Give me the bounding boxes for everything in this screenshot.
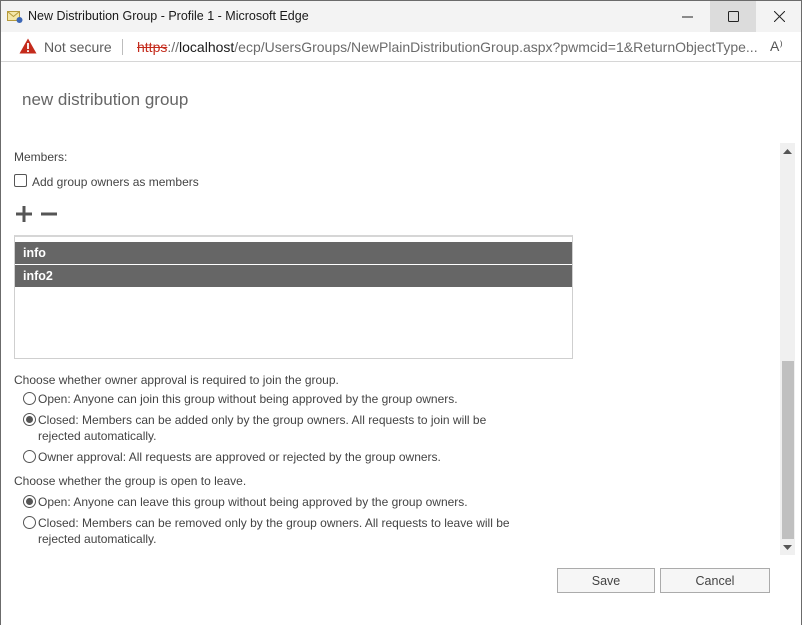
close-button[interactable] [756, 1, 802, 32]
list-item[interactable]: info [15, 242, 572, 264]
browser-window: New Distribution Group - Profile 1 - Mic… [0, 0, 802, 625]
url-host: localhost [179, 39, 235, 55]
save-button[interactable]: Save [557, 568, 655, 593]
form-scroll-area: Members: Add group owners as members inf… [1, 143, 797, 556]
minus-icon[interactable] [40, 205, 58, 223]
not-secure-label[interactable]: Not secure [44, 39, 112, 55]
arrow-up-icon [783, 148, 792, 154]
plus-icon[interactable] [15, 205, 33, 223]
scroll-down-button[interactable] [780, 540, 795, 554]
close-icon [773, 11, 785, 22]
join-closed-label-cont[interactable]: rejected automatically. [38, 428, 157, 444]
url-separator: :// [167, 39, 180, 55]
members-label: Members: [14, 150, 68, 164]
address-bar: Not secure https://localhost/ecp/UsersGr… [1, 32, 801, 62]
scrollbar-thumb[interactable] [782, 361, 794, 539]
dialog-content: new distribution group Members: Add grou… [1, 63, 801, 625]
minimize-button[interactable] [664, 1, 710, 32]
distribution-group-icon [7, 11, 23, 23]
add-owners-checkbox[interactable] [14, 174, 27, 187]
join-approval-prompt: Choose whether owner approval is require… [14, 373, 339, 387]
address-separator [122, 39, 123, 55]
leave-open-radio[interactable] [23, 495, 36, 508]
join-owner-approval-radio[interactable] [23, 450, 36, 463]
join-open-radio[interactable] [23, 392, 36, 405]
maximize-icon [727, 11, 739, 22]
leave-prompt: Choose whether the group is open to leav… [14, 474, 247, 488]
minimize-icon [681, 16, 693, 18]
leave-closed-radio[interactable] [23, 516, 36, 529]
add-owners-label[interactable]: Add group owners as members [32, 175, 199, 189]
scroll-up-button[interactable] [780, 144, 795, 158]
leave-closed-label-cont[interactable]: rejected automatically. [38, 531, 157, 547]
warning-icon[interactable] [19, 38, 37, 54]
url-scheme: https [137, 39, 168, 55]
join-closed-radio[interactable] [23, 413, 36, 426]
url-path: /ecp/UsersGroups/NewPlainDistributionGro… [234, 39, 758, 55]
join-owner-approval-label[interactable]: Owner approval: All requests are approve… [38, 449, 441, 465]
leave-closed-label[interactable]: Closed: Members can be removed only by t… [38, 515, 510, 531]
window-title: New Distribution Group - Profile 1 - Mic… [28, 9, 309, 23]
maximize-button[interactable] [710, 1, 756, 32]
leave-open-label[interactable]: Open: Anyone can leave this group withou… [38, 494, 468, 510]
members-list[interactable]: info info2 [14, 235, 573, 359]
read-aloud-icon[interactable]: A⁾ [770, 38, 783, 55]
list-item[interactable]: info2 [15, 265, 572, 287]
title-bar: New Distribution Group - Profile 1 - Mic… [1, 1, 801, 32]
cancel-button[interactable]: Cancel [660, 568, 770, 593]
url-field[interactable]: https://localhost/ecp/UsersGroups/NewPla… [137, 39, 758, 55]
page-title: new distribution group [22, 90, 189, 109]
vertical-scrollbar[interactable] [780, 143, 795, 555]
arrow-down-icon [783, 544, 792, 550]
join-open-label[interactable]: Open: Anyone can join this group without… [38, 391, 458, 407]
join-closed-label[interactable]: Closed: Members can be added only by the… [38, 412, 486, 428]
